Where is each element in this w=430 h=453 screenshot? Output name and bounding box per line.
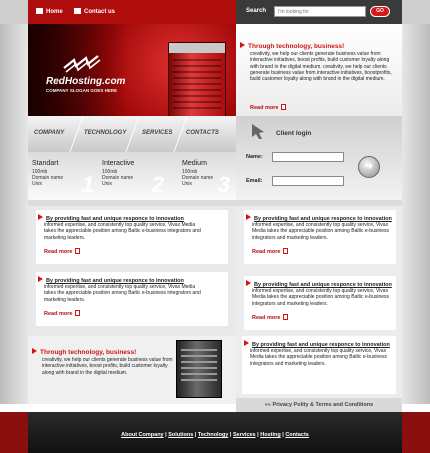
search-input[interactable] (274, 6, 366, 17)
search-go-button[interactable]: GO (370, 6, 390, 17)
news-card: By providing fast and unique responce to… (36, 272, 228, 326)
plan-interactive[interactable]: Interactive 100mb Domain name Unix 2 (102, 160, 168, 197)
promo-text: creativity, we help our clients generate… (42, 357, 173, 376)
news-card: By providing fast and unique responce to… (242, 336, 396, 394)
login-title: Client login (276, 130, 312, 137)
tab-services[interactable]: SERVICES (142, 130, 172, 136)
home-icon (36, 8, 43, 14)
news-text: informed expertise, and consistently top… (252, 222, 390, 241)
promo-right: By providing fast and unique responce to… (236, 336, 402, 404)
footer: About Company | Solutions | Technology |… (0, 412, 430, 453)
footer-link-solutions[interactable]: Solutions (168, 432, 193, 438)
document-icon (75, 310, 81, 316)
plan-title: Interactive (102, 160, 135, 167)
news-text: informed expertise, and consistently top… (44, 222, 201, 241)
arrow-icon (244, 340, 249, 346)
intro-readmore[interactable]: Read more (250, 104, 287, 111)
client-login: Client login Name: Email: ➜ (236, 116, 402, 200)
document-icon (281, 104, 287, 110)
news-readmore[interactable]: Read more (44, 248, 81, 255)
right-gutter (402, 24, 430, 404)
tab-contacts[interactable]: CONTACTS (186, 130, 219, 136)
intro-title: Through technology, business! (248, 43, 345, 50)
tab-company[interactable]: COMPANY (34, 130, 64, 136)
login-submit-button[interactable]: ➜ (358, 156, 380, 178)
news-readmore[interactable]: Read more (252, 314, 289, 321)
brand-slogan: COMPANY SLOGAN GOES HERE (46, 88, 118, 93)
email-field[interactable] (272, 176, 344, 186)
plan-standart[interactable]: Standart 100mb Domain name Unix 1 (32, 160, 98, 197)
footer-link-technology[interactable]: Technology (198, 432, 228, 438)
plan-medium[interactable]: Medium 100mb Domain name Unix 3 (182, 160, 234, 197)
document-icon (283, 314, 289, 320)
plan-title: Medium (182, 160, 207, 167)
arrow-icon (38, 276, 43, 282)
news-text: informed expertise, and consistently top… (44, 284, 201, 303)
brand-name: RedHosting.com (46, 76, 126, 87)
login-arrow-icon (252, 124, 264, 139)
name-label: Name: (246, 154, 263, 160)
news-readmore[interactable]: Read more (44, 310, 81, 317)
news-readmore[interactable]: Read more (252, 248, 289, 255)
privacy-link[interactable]: «« Privacy Polity & Terms and Conditions (236, 398, 402, 412)
intro-text: creativity, we help our clients generate… (250, 51, 392, 83)
document-icon (283, 248, 289, 254)
lightning-logo-icon (63, 55, 101, 73)
promo-title: Through technology, business! (40, 349, 137, 356)
server-image (168, 42, 226, 116)
server-image (176, 340, 222, 398)
news-card: By providing fast and unique responce to… (244, 276, 396, 330)
hosting-plans: Standart 100mb Domain name Unix 1 Intera… (28, 152, 236, 200)
footer-links: About Company | Solutions | Technology |… (121, 432, 309, 438)
arrow-icon (246, 280, 251, 286)
footer-link-about[interactable]: About Company (121, 432, 163, 438)
document-icon (75, 248, 81, 254)
top-nav: Home Contact us (28, 0, 236, 24)
news-text: informed expertise, and consistently top… (252, 288, 390, 307)
left-gutter (0, 24, 28, 404)
news-card: By providing fast and unique responce to… (36, 210, 228, 264)
plan-title: Standart (32, 160, 59, 167)
name-field[interactable] (272, 152, 344, 162)
home-link[interactable]: Home (36, 8, 63, 15)
arrow-icon (240, 42, 245, 48)
search-label: Search (246, 8, 267, 14)
footer-link-hosting[interactable]: Hosting (260, 432, 280, 438)
arrow-icon (246, 214, 251, 220)
main-tabs: COMPANY TECHNOLOGY SERVICES CONTACTS (28, 116, 236, 152)
news-text: informed expertise, and consistently top… (250, 348, 388, 367)
mail-icon (74, 8, 81, 14)
intro-panel: Through technology, business! creativity… (236, 24, 402, 116)
arrow-icon (32, 348, 37, 354)
promo-panel: Through technology, business! creativity… (28, 336, 236, 404)
tab-technology[interactable]: TECHNOLOGY (84, 130, 126, 136)
hero-banner: RedHosting.com COMPANY SLOGAN GOES HERE (28, 24, 236, 116)
arrow-icon (38, 214, 43, 220)
news-card: By providing fast and unique responce to… (244, 210, 396, 264)
footer-link-contacts[interactable]: Contacts (285, 432, 309, 438)
footer-link-services[interactable]: Services (233, 432, 256, 438)
contact-link[interactable]: Contact us (74, 8, 115, 15)
intro-title-row: Through technology, business! (240, 42, 344, 50)
email-label: Email: (246, 178, 263, 184)
